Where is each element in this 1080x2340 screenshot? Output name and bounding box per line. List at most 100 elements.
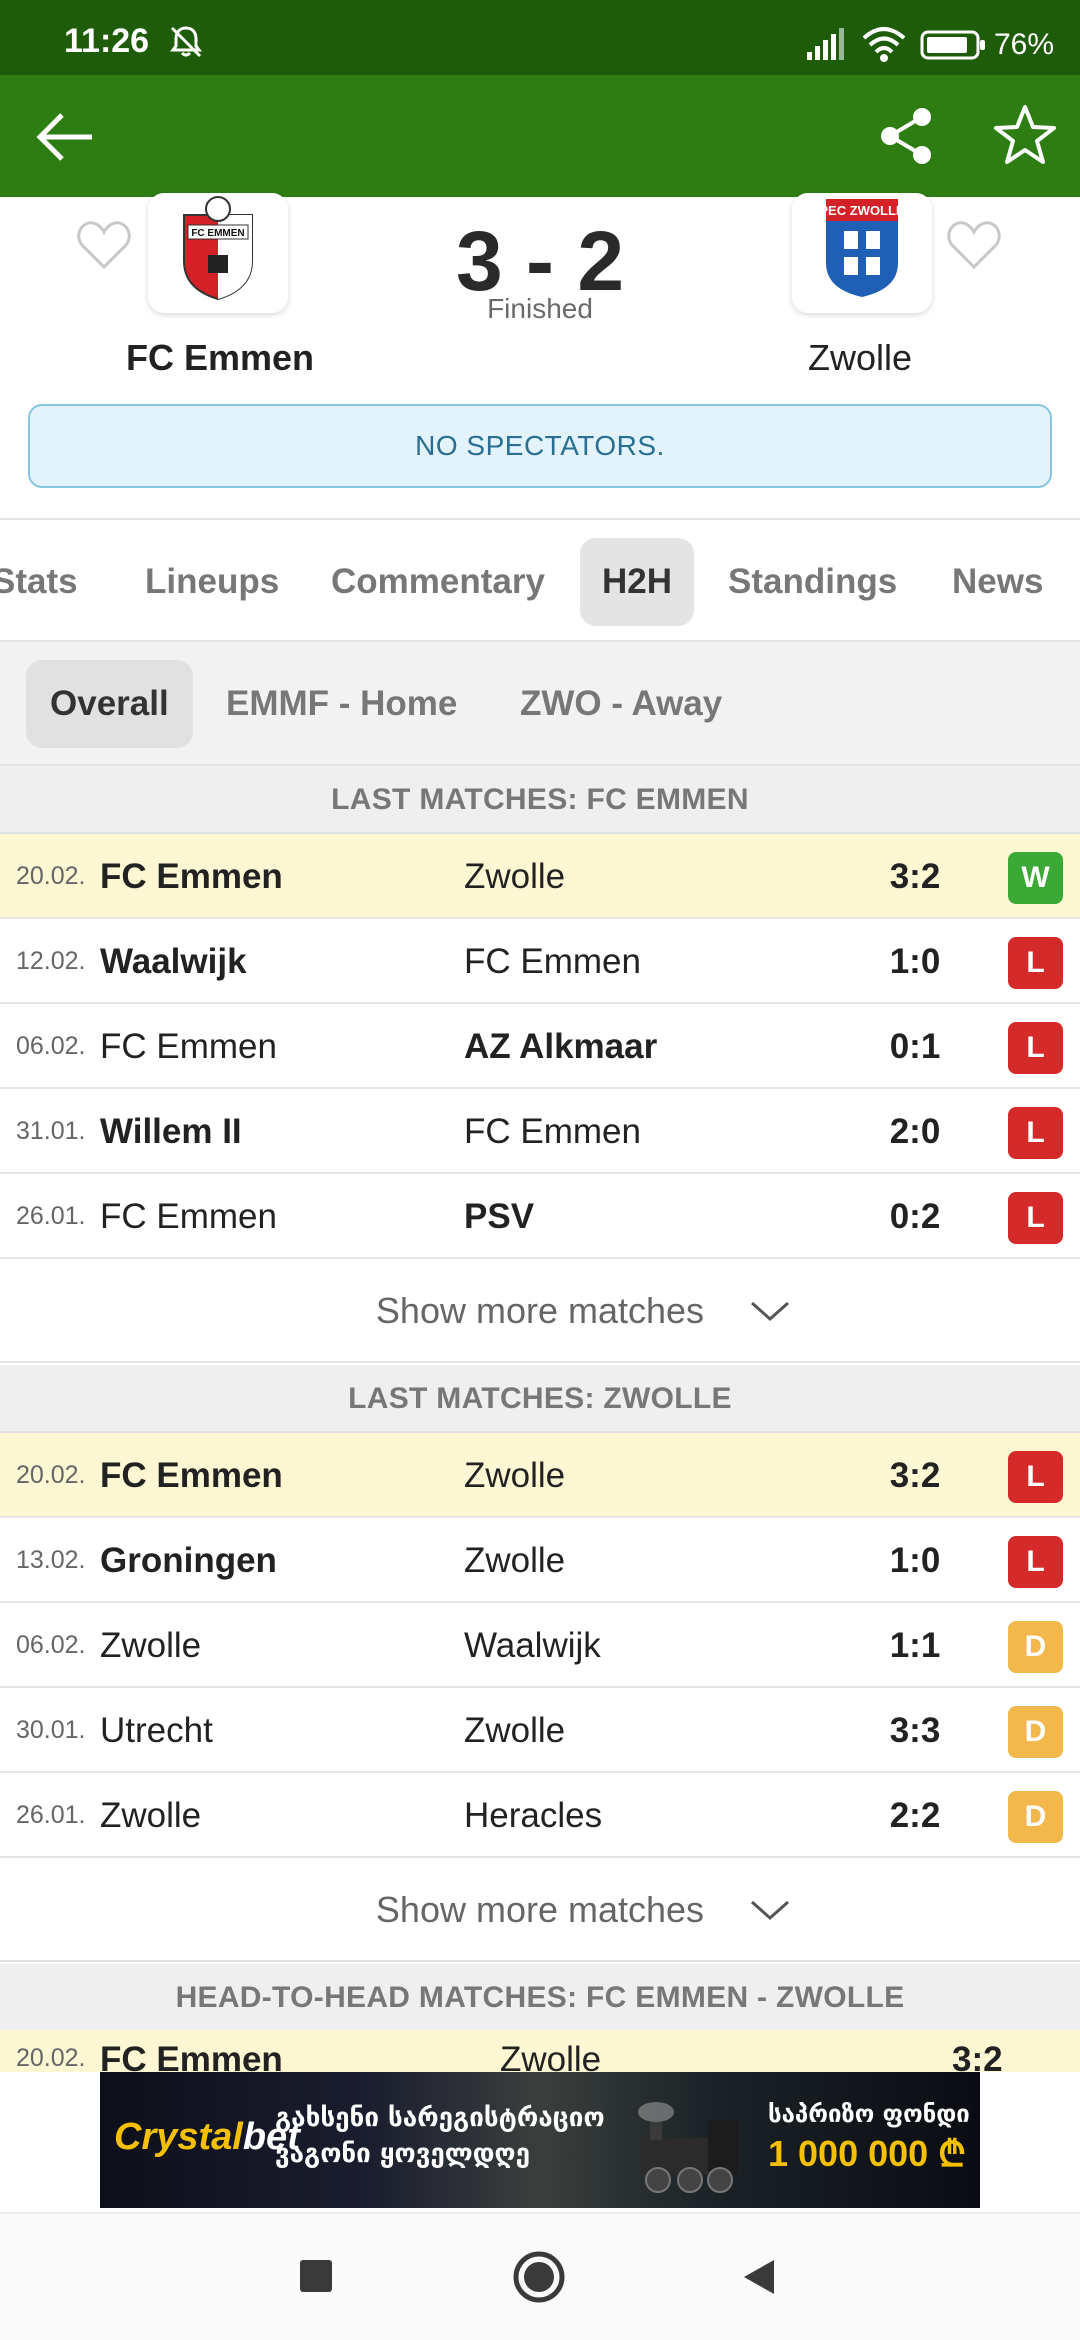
share-icon[interactable]	[876, 105, 936, 167]
match-header: FC EMMEN 3 - 2 Finished PEC ZWOLLE FC Em…	[0, 193, 1080, 517]
home-circle-icon[interactable]	[512, 2250, 566, 2304]
away-team: FC Emmen	[464, 942, 641, 981]
match-score: 3:3	[889, 1711, 941, 1750]
away-team: Zwolle	[464, 1711, 566, 1750]
tab-commentary[interactable]: Commentary	[331, 538, 545, 626]
signal-icon	[807, 28, 844, 60]
result-badge: L	[1008, 937, 1063, 989]
section-title-emmen: LAST MATCHES: FC EMMEN	[0, 766, 1080, 834]
match-date: 26.01.	[16, 1801, 86, 1829]
show-more-emmen-button[interactable]: Show more matches	[0, 1259, 1080, 1363]
favorite-away-heart-icon[interactable]	[946, 219, 1002, 271]
subtab-home[interactable]: EMMF - Home	[226, 660, 457, 748]
match-row[interactable]: 30.01. Utrecht Zwolle 3:3 D	[0, 1688, 1080, 1773]
home-team: Waalwijk	[100, 942, 247, 981]
mute-icon	[170, 26, 202, 58]
match-score: 3:2	[889, 857, 941, 896]
section-title-zwolle: LAST MATCHES: ZWOLLE	[0, 1365, 1080, 1433]
result-badge: W	[1008, 852, 1063, 904]
away-team: Zwolle	[464, 1541, 566, 1580]
match-score: 1:0	[889, 1541, 941, 1580]
ad-text: გახსენი სარეგისტრაციო ვაგონი ყოველდღე	[275, 2103, 605, 2169]
match-row[interactable]: 12.02. Waalwijk FC Emmen 1:0 L	[0, 919, 1080, 1004]
chevron-down-icon	[751, 1900, 789, 1921]
home-team: FC Emmen	[100, 2040, 283, 2072]
battery-percent: 76%	[994, 28, 1055, 61]
away-team: Zwolle	[464, 1456, 566, 1495]
result-badge: D	[1008, 1621, 1063, 1673]
match-date: 30.01.	[16, 1716, 86, 1744]
home-team: Groningen	[100, 1541, 277, 1580]
match-row[interactable]: 26.01. FC Emmen PSV 0:2 L	[0, 1174, 1080, 1259]
away-team: Zwolle	[464, 857, 566, 896]
away-team: Zwolle	[500, 2040, 602, 2072]
status-bar: 11:26 76%	[0, 0, 1080, 75]
match-score: 0:2	[889, 1197, 941, 1236]
away-team: AZ Alkmaar	[464, 1027, 658, 1066]
tab-stats[interactable]: Stats	[0, 538, 78, 626]
away-team: Heracles	[464, 1796, 603, 1835]
home-team: Utrecht	[100, 1711, 213, 1750]
ad-brand: Crystalbet	[114, 2116, 300, 2158]
match-score: 2:2	[889, 1796, 941, 1835]
match-row[interactable]: 20.02. FC Emmen Zwolle 3:2 L	[0, 1433, 1080, 1518]
tab-news[interactable]: News	[952, 538, 1043, 626]
match-row[interactable]: 13.02. Groningen Zwolle 1:0 L	[0, 1518, 1080, 1603]
pec-zwolle-crest-icon: PEC ZWOLLE	[819, 199, 905, 297]
match-date: 13.02.	[16, 1546, 86, 1574]
match-date: 06.02.	[16, 1631, 86, 1659]
home-team-name[interactable]: FC Emmen	[100, 337, 340, 379]
ad-banner[interactable]: Crystalbet გახსენი სარეგისტრაციო ვაგონი …	[100, 2072, 980, 2208]
tab-standings[interactable]: Standings	[728, 538, 897, 626]
result-badge: D	[1008, 1791, 1063, 1843]
show-more-zwolle-button[interactable]: Show more matches	[0, 1858, 1080, 1962]
home-team: Willem II	[100, 1112, 242, 1151]
match-score: 3:2	[952, 2040, 1003, 2072]
home-team: Zwolle	[100, 1796, 202, 1835]
home-team: Zwolle	[100, 1626, 202, 1665]
train-icon	[638, 2102, 738, 2193]
away-team: PSV	[464, 1197, 535, 1236]
match-date: 20.02.	[16, 1461, 86, 1489]
tab-lineups[interactable]: Lineups	[145, 538, 279, 626]
match-date: 26.01.	[16, 1202, 86, 1230]
result-badge: D	[1008, 1706, 1063, 1758]
match-row[interactable]: 20.02. FC Emmen Zwolle 3:2 W	[0, 834, 1080, 919]
home-team: FC Emmen	[100, 857, 283, 896]
svg-text:PEC ZWOLLE: PEC ZWOLLE	[819, 203, 905, 218]
result-badge: L	[1008, 1536, 1063, 1588]
result-badge: L	[1008, 1192, 1063, 1244]
away-team-logo[interactable]: PEC ZWOLLE	[792, 193, 932, 313]
home-team: FC Emmen	[100, 1456, 283, 1495]
match-date: 31.01.	[16, 1117, 86, 1145]
ad-container: Crystalbet გახსენი სარეგისტრაციო ვაგონი …	[0, 2072, 1080, 2212]
match-date: 20.02.	[16, 862, 86, 890]
match-row[interactable]: 06.02. Zwolle Waalwijk 1:1 D	[0, 1603, 1080, 1688]
match-date: 20.02.	[16, 2044, 86, 2072]
match-score: 1:1	[889, 1626, 941, 1665]
away-team-name[interactable]: Zwolle	[740, 337, 980, 379]
tab-h2h[interactable]: H2H	[580, 538, 695, 626]
wifi-icon	[862, 27, 906, 62]
match-row-partial[interactable]: 20.02. FC Emmen Zwolle 3:2	[0, 2030, 1080, 2072]
chevron-down-icon	[751, 1301, 789, 1322]
back-triangle-icon[interactable]	[742, 2258, 776, 2296]
match-row[interactable]: 31.01. Willem II FC Emmen 2:0 L	[0, 1089, 1080, 1174]
match-row[interactable]: 26.01. Zwolle Heracles 2:2 D	[0, 1773, 1080, 1858]
match-date: 12.02.	[16, 947, 86, 975]
show-more-label: Show more matches	[375, 1290, 705, 1331]
home-team: FC Emmen	[100, 1027, 277, 1066]
star-icon[interactable]	[992, 103, 1058, 167]
system-nav-bar	[0, 2212, 1080, 2340]
battery-icon	[920, 30, 985, 60]
ad-prize: საპრიზო ფონდი 1 000 000 ₾	[768, 2100, 970, 2174]
recent-apps-icon[interactable]	[300, 2260, 332, 2292]
subtab-overall[interactable]: Overall	[26, 660, 193, 748]
h2h-subtabs: Overall EMMF - Home ZWO - Away	[0, 642, 1080, 766]
status-time: 11:26	[64, 22, 150, 60]
subtab-away[interactable]: ZWO - Away	[520, 660, 722, 748]
match-score: 1:0	[889, 942, 941, 981]
match-score: 2:0	[889, 1112, 941, 1151]
match-row[interactable]: 06.02. FC Emmen AZ Alkmaar 0:1 L	[0, 1004, 1080, 1089]
back-arrow-icon[interactable]	[34, 109, 96, 165]
